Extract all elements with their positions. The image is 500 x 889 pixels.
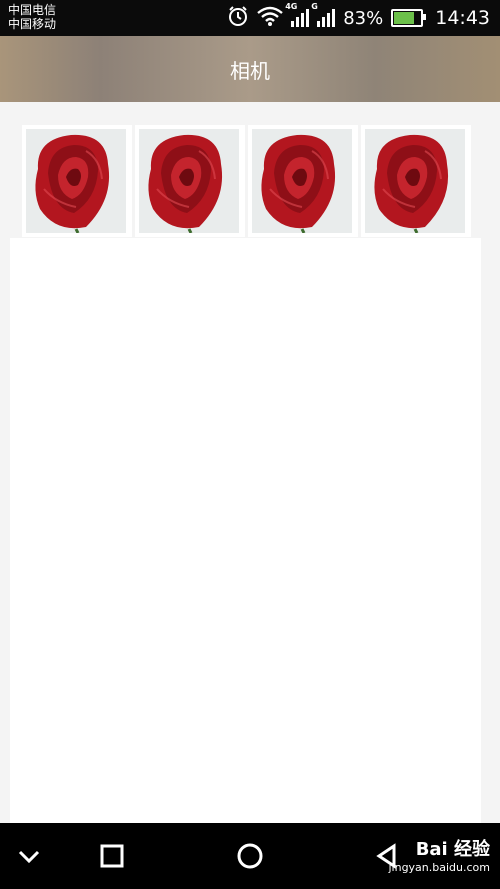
- watermark-url: jingyan.baidu.com: [388, 861, 490, 874]
- content-panel: [10, 238, 481, 823]
- battery-percent: 83%: [343, 7, 384, 29]
- photo-thumbnail[interactable]: [361, 125, 471, 237]
- photo-grid: [22, 125, 471, 237]
- network-type-1: 4G: [285, 2, 298, 11]
- signal-icon: G: [311, 2, 336, 27]
- photo-thumbnail[interactable]: [135, 125, 245, 237]
- status-icons: 4G G 83% 14:43: [227, 0, 490, 36]
- rose-image: [35, 134, 110, 233]
- square-recents-icon[interactable]: [97, 841, 127, 871]
- alarm-icon: [227, 5, 249, 32]
- carrier-info: 中国电信 中国移动: [8, 3, 56, 31]
- status-bar: 中国电信 中国移动 4G G 83% 14:43: [0, 0, 500, 36]
- photo-thumbnail[interactable]: [248, 125, 358, 237]
- carrier-2: 中国移动: [8, 17, 57, 31]
- circle-home-icon[interactable]: [235, 841, 265, 871]
- rose-image: [374, 134, 449, 233]
- network-type-2: G: [311, 2, 318, 11]
- battery-level-fill: [394, 12, 415, 24]
- clock: 14:43: [435, 7, 490, 29]
- page-title: 相机: [230, 58, 270, 83]
- content-area: [0, 102, 500, 823]
- photo-thumbnail[interactable]: [22, 125, 132, 237]
- rose-image: [148, 134, 223, 233]
- navigation-bar: Bai 经验 jingyan.baidu.com: [0, 823, 500, 889]
- baidu-jingyan-watermark: Bai 经验 jingyan.baidu.com: [388, 835, 490, 874]
- carrier-1: 中国电信: [8, 3, 57, 17]
- wifi-icon: [257, 6, 283, 31]
- rose-image: [261, 134, 336, 233]
- battery-charging-icon: [391, 9, 427, 27]
- chevron-down-icon[interactable]: [14, 841, 44, 871]
- watermark-main: Bai 经验: [415, 839, 490, 860]
- signal-icon: 4G: [285, 2, 310, 27]
- title-bar: 相机: [0, 36, 500, 102]
